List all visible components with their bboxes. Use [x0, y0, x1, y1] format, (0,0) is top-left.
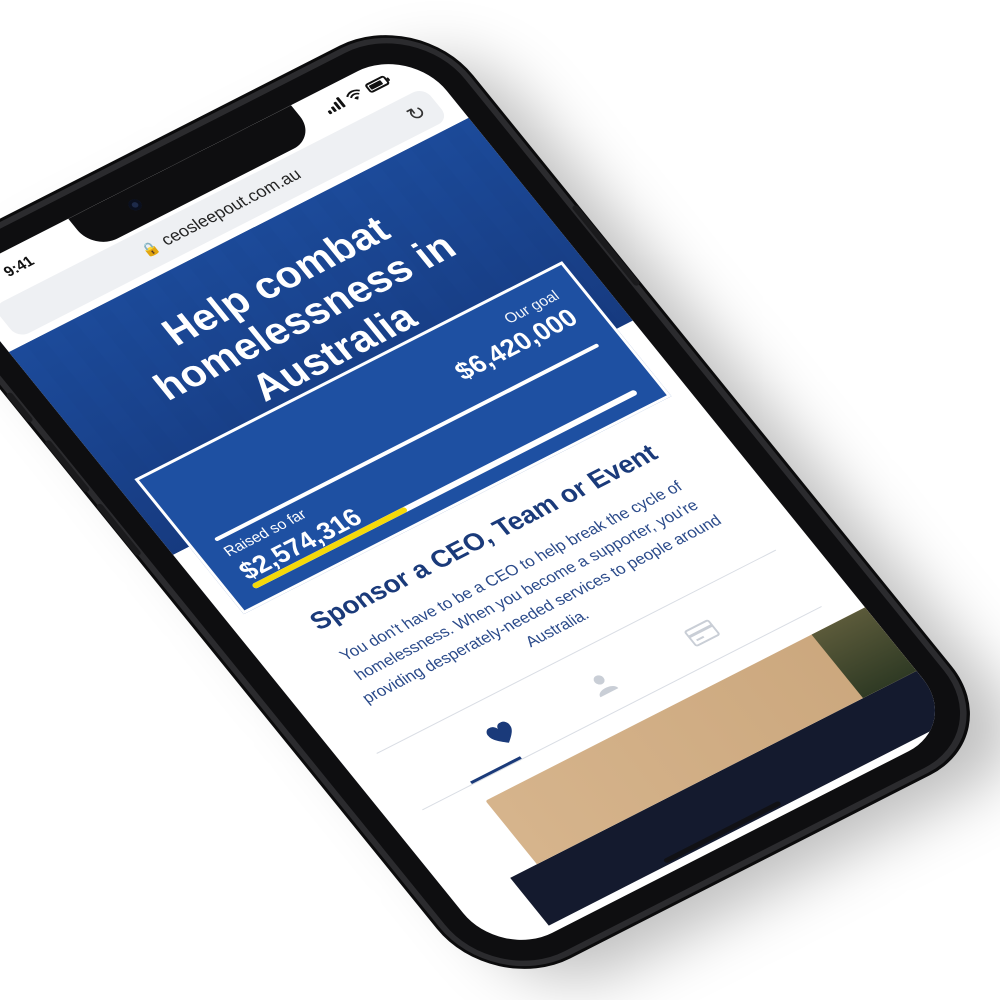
action-button [5, 391, 34, 423]
screen: 9:41 🔒 ceosleepout.com.au ↻ Help combat … [0, 44, 961, 960]
tab-donate[interactable] [463, 705, 541, 765]
heart-icon [486, 721, 512, 743]
lock-icon: 🔒 [137, 237, 163, 259]
credit-card-icon [684, 619, 720, 647]
camera-icon [125, 197, 145, 213]
phone-frame: 9:41 🔒 ceosleepout.com.au ↻ Help combat … [0, 17, 995, 987]
signal-icon [322, 96, 347, 115]
wifi-icon [346, 89, 360, 100]
battery-icon [363, 74, 391, 94]
user-icon [593, 675, 619, 698]
tab-profile[interactable] [563, 654, 641, 714]
clock: 9:41 [0, 252, 38, 280]
volume-up-button [43, 439, 91, 493]
tab-payment[interactable] [663, 603, 741, 663]
device-mockup: 9:41 🔒 ceosleepout.com.au ↻ Help combat … [0, 0, 1000, 1000]
volume-down-button [95, 502, 142, 557]
reload-icon[interactable]: ↻ [401, 100, 432, 127]
